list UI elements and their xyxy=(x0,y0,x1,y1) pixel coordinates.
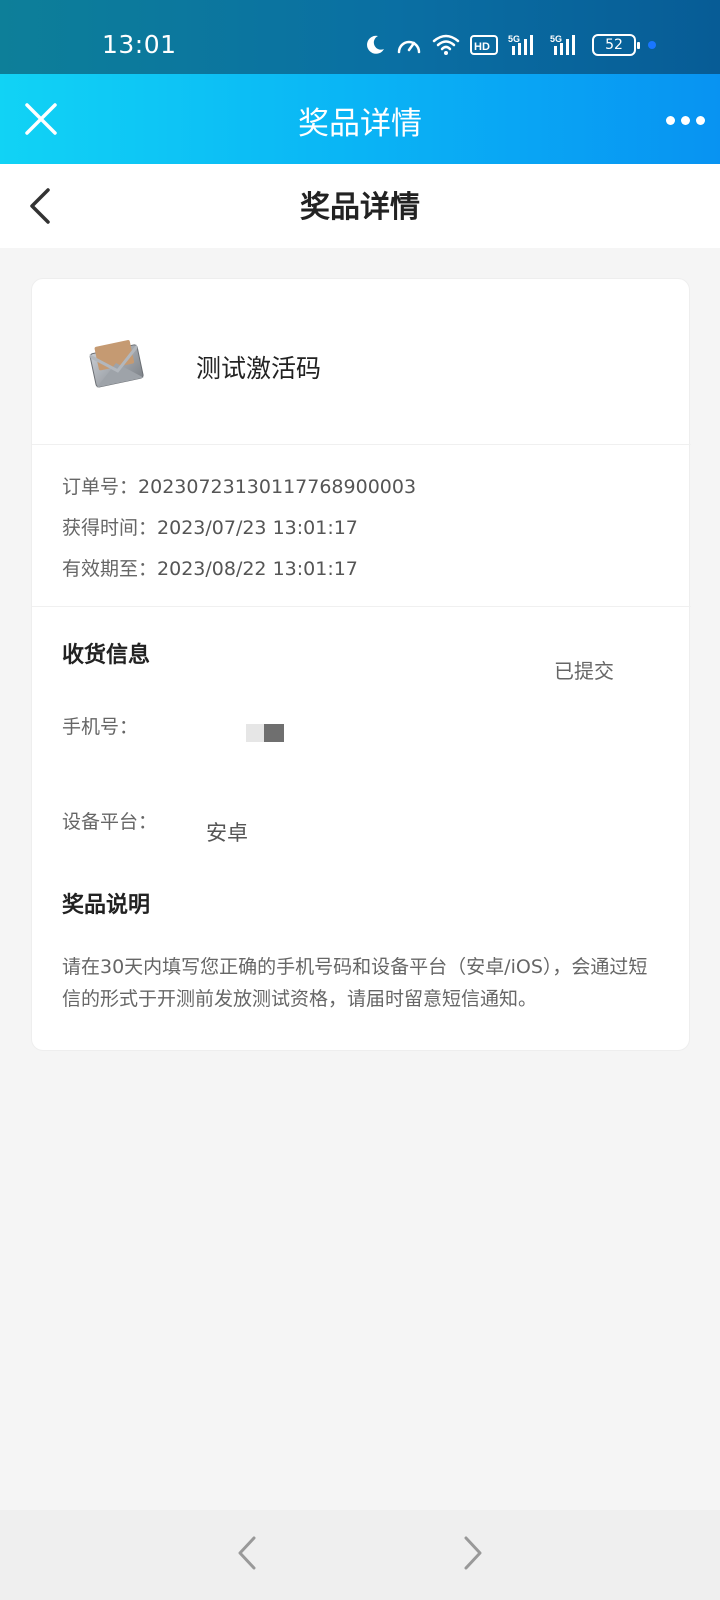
submit-status: 已提交 xyxy=(554,659,614,683)
expiry-time-value: 2023/08/22 13:01:17 xyxy=(157,558,358,580)
platform-value: 安卓 xyxy=(206,821,248,845)
shipping-info-title: 收货信息 xyxy=(62,643,151,668)
nav-bar: 奖品详情 xyxy=(0,164,720,248)
wifi-icon xyxy=(432,34,460,55)
order-number-label: 订单号： xyxy=(62,476,139,498)
status-icons: HD 5G 5G 52 xyxy=(364,32,656,58)
prize-description-title: 奖品说明 xyxy=(62,893,151,918)
battery-level: 52 xyxy=(605,37,623,53)
prize-description-text: 请在30天内填写您正确的手机号码和设备平台（安卓/iOS），会通过短信的形式于开… xyxy=(62,956,648,1010)
app-title: 奖品详情 xyxy=(298,106,422,142)
obtained-time-row: 获得时间：2023/07/23 13:01:17 xyxy=(62,513,358,540)
platform-label: 设备平台： xyxy=(62,811,158,833)
obtained-time-label: 获得时间： xyxy=(62,517,158,539)
page-title: 奖品详情 xyxy=(300,190,420,225)
obtained-time-value: 2023/07/23 13:01:17 xyxy=(157,517,358,539)
svg-text:5G: 5G xyxy=(550,34,562,44)
prize-detail-card: 测试激活码 订单号：20230723130117768900003 获得时间：2… xyxy=(31,278,691,1051)
status-bar: 13:01 HD 5G 5G 52 xyxy=(0,0,720,74)
moon-icon xyxy=(367,35,384,54)
order-number-value: 20230723130117768900003 xyxy=(138,476,417,498)
chevron-left-icon[interactable] xyxy=(236,1534,258,1572)
divider xyxy=(32,444,691,445)
chevron-right-icon[interactable] xyxy=(462,1534,484,1572)
bottom-navigation-bar xyxy=(0,1510,720,1600)
hd-icon: HD xyxy=(470,35,498,55)
5g-signal-icon: 5G xyxy=(550,34,575,55)
5g-signal-icon: 5G xyxy=(508,34,533,55)
phone-value-masked xyxy=(246,724,286,742)
app-header: 奖品详情 xyxy=(0,74,720,164)
phone-label: 手机号： xyxy=(62,716,139,738)
more-icon[interactable] xyxy=(666,116,705,125)
charging-indicator xyxy=(648,41,656,49)
prize-name: 测试激活码 xyxy=(196,354,322,383)
status-time: 13:01 xyxy=(102,30,177,59)
battery-icon: 52 xyxy=(592,34,640,56)
divider xyxy=(32,606,691,607)
speedometer-icon xyxy=(397,40,421,54)
order-number-row: 订单号：20230723130117768900003 xyxy=(62,472,416,499)
svg-text:5G: 5G xyxy=(508,34,520,44)
svg-text:HD: HD xyxy=(474,41,490,53)
envelope-icon xyxy=(89,340,144,388)
expiry-time-row: 有效期至：2023/08/22 13:01:17 xyxy=(62,554,358,581)
expiry-time-label: 有效期至： xyxy=(62,558,158,580)
